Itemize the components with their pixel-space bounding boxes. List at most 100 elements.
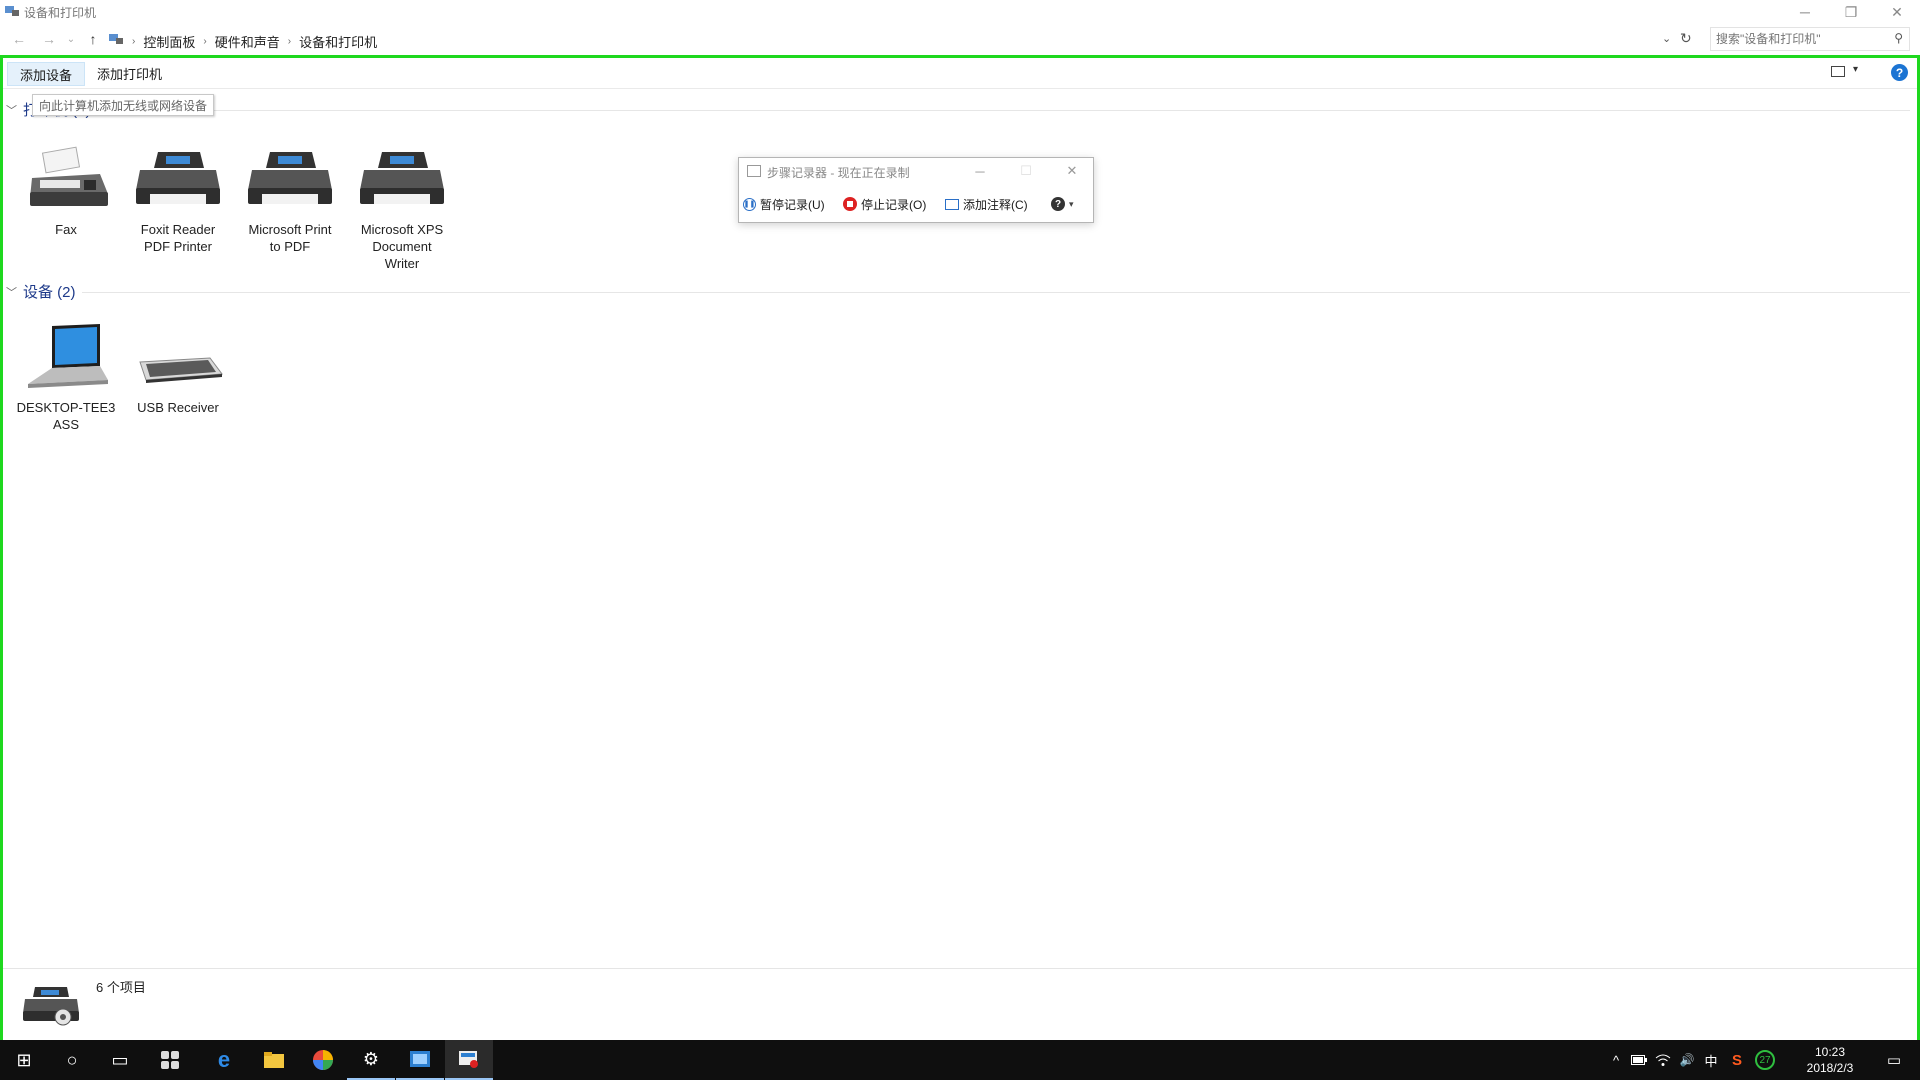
dialog-help-button[interactable]: ? ▾ <box>1051 194 1074 214</box>
pause-icon: ❚❚ <box>743 197 756 211</box>
breadcrumb-item-devices-printers[interactable]: 设备和打印机 <box>299 32 377 51</box>
device-label-line: Microsoft XPS <box>360 222 444 237</box>
device-item-desktop-computer[interactable]: DESKTOP-TEE3 ASS <box>12 322 120 433</box>
task-view-button[interactable]: ▭ <box>96 1040 144 1080</box>
stop-record-label: 停止记录(O) <box>861 197 927 212</box>
steps-recorder-app-icon <box>747 165 761 177</box>
device-label: Microsoft Print to PDF <box>236 221 344 255</box>
chevron-down-icon[interactable]: ▾ <box>1069 199 1074 210</box>
gear-icon: ⚙ <box>362 1048 380 1069</box>
chevron-down-icon[interactable]: ﹀ <box>6 284 17 300</box>
view-options-dropdown[interactable]: ▾ <box>1853 64 1858 75</box>
device-label-line: USB Receiver <box>137 400 219 415</box>
add-comment-button[interactable]: 添加注释(C) <box>945 194 1028 214</box>
device-label: DESKTOP-TEE3 ASS <box>12 399 120 433</box>
taskbar: ⊞ ○ ▭ e ⚙ ^ 🔊 中 S 27 10:23 2018/2/3 ▭ <box>0 1040 1920 1080</box>
sogou-ime-icon[interactable]: S <box>1726 1040 1748 1080</box>
input-method-indicator[interactable]: 中 <box>1700 1040 1722 1080</box>
steps-recorder-title: 步骤记录器 - 现在正在录制 <box>767 166 910 180</box>
volume-icon[interactable]: 🔊 <box>1676 1040 1698 1080</box>
up-button[interactable]: ↑ <box>82 30 104 48</box>
wifi-icon[interactable] <box>1652 1040 1674 1080</box>
device-item-microsoft-print-to-pdf[interactable]: Microsoft Print to PDF <box>236 144 344 255</box>
restore-button[interactable]: ❐ <box>1828 0 1874 24</box>
devices-printers-icon <box>23 987 79 1026</box>
pause-record-label: 暂停记录(U) <box>760 197 825 212</box>
taskbar-edge-browser[interactable]: e <box>200 1040 248 1080</box>
taskbar-file-explorer[interactable] <box>250 1040 298 1080</box>
add-printer-button[interactable]: 添加打印机 <box>85 62 174 84</box>
device-label-line: DESKTOP-TEE3 <box>16 400 116 415</box>
search-box[interactable]: ⚲ <box>1710 27 1910 51</box>
back-button[interactable]: ← <box>8 30 30 48</box>
battery-icon[interactable] <box>1628 1040 1650 1080</box>
breadcrumb-separator[interactable]: › <box>288 36 291 47</box>
breadcrumb: › 控制面板 › 硬件和声音 › 设备和打印机 <box>132 32 377 51</box>
taskbar-color-app[interactable] <box>299 1040 347 1080</box>
breadcrumb-item-hardware-sound[interactable]: 硬件和声音 <box>215 32 280 51</box>
refresh-button[interactable]: ↻ <box>1680 30 1692 47</box>
pause-record-button[interactable]: ❚❚ 暂停记录(U) <box>743 194 825 214</box>
clock-time: 10:23 <box>1814 1045 1846 1059</box>
show-hidden-icons-button[interactable]: ^ <box>1606 1040 1626 1080</box>
clock-date: 2018/2/3 <box>1806 1061 1854 1075</box>
device-label-line: Microsoft Print <box>248 222 332 237</box>
devices-group-title: 设备 (2) <box>23 284 76 301</box>
change-view-icon[interactable] <box>1831 66 1845 77</box>
dialog-close-button[interactable]: ✕ <box>1057 161 1087 181</box>
printer-icon <box>136 152 220 204</box>
add-comment-label: 添加注释(C) <box>963 197 1028 212</box>
add-device-button[interactable]: 添加设备 <box>7 62 86 86</box>
command-bar: 添加设备 添加打印机 ▾ ? <box>3 58 1917 89</box>
device-label: Fax <box>12 221 120 238</box>
close-window-button[interactable]: ✕ <box>1874 0 1920 24</box>
forward-button[interactable]: → <box>38 30 60 48</box>
chevron-down-icon[interactable]: ﹀ <box>6 102 17 118</box>
steps-recorder-dialog: 步骤记录器 - 现在正在录制 ─ ☐ ✕ ❚❚ 暂停记录(U) 停止记录(O) … <box>738 157 1094 223</box>
device-item-microsoft-xps-document-writer[interactable]: Microsoft XPS Document Writer <box>348 144 456 272</box>
device-label-line: Writer <box>384 256 420 271</box>
start-button[interactable]: ⊞ <box>0 1040 48 1080</box>
search-input[interactable] <box>1711 28 1888 50</box>
taskbar-control-panel[interactable] <box>396 1040 444 1080</box>
group-divider <box>82 292 1910 293</box>
search-icon[interactable]: ⚲ <box>1894 31 1903 45</box>
window-title: 设备和打印机 <box>24 6 97 20</box>
help-icon[interactable]: ? <box>1891 64 1908 81</box>
help-icon: ? <box>1051 197 1065 211</box>
device-label-line: ASS <box>52 417 79 432</box>
devices-group-header[interactable]: ﹀ 设备 (2) <box>6 281 76 302</box>
device-item-foxit-reader-pdf-printer[interactable]: Foxit Reader PDF Printer <box>124 144 232 255</box>
taskbar-app-store[interactable] <box>146 1040 194 1080</box>
device-item-usb-receiver[interactable]: USB Receiver <box>124 322 232 416</box>
stop-record-button[interactable]: 停止记录(O) <box>843 194 926 214</box>
breadcrumb-separator[interactable]: › <box>203 36 206 47</box>
status-bar: 6 个项目 <box>3 968 1917 1035</box>
device-label: Microsoft XPS Document Writer <box>348 221 456 272</box>
title-bar: 设备和打印机 ─ ❐ ✕ <box>0 0 1920 24</box>
control-panel-icon <box>109 34 123 44</box>
task-view-icon: ▭ <box>111 1049 129 1070</box>
breadcrumb-separator: › <box>132 36 136 47</box>
device-item-fax[interactable]: Fax <box>12 144 120 238</box>
device-label: Foxit Reader PDF Printer <box>124 221 232 255</box>
system-clock[interactable]: 10:23 2018/2/3 <box>1790 1044 1870 1076</box>
security-badge-icon[interactable]: 27 <box>1752 1040 1778 1080</box>
cortana-search-button[interactable]: ○ <box>48 1040 96 1080</box>
address-history-dropdown[interactable]: ⌄ <box>1662 32 1671 45</box>
taskbar-steps-recorder[interactable] <box>445 1040 493 1080</box>
address-bar: ← → ⌄ ↑ › 控制面板 › 硬件和声音 › 设备和打印机 ⌄ ↻ ⚲ <box>0 24 1920 54</box>
edge-icon: e <box>217 1047 231 1072</box>
action-center-button[interactable]: ▭ <box>1874 1040 1914 1080</box>
recent-locations-button[interactable]: ⌄ <box>60 30 82 48</box>
breadcrumb-item-control-panel[interactable]: 控制面板 <box>143 32 195 51</box>
device-label-line: PDF Printer <box>144 239 212 254</box>
dialog-minimize-button[interactable]: ─ <box>965 161 995 181</box>
printer-icon <box>248 152 332 204</box>
keyboard-icon <box>139 357 223 383</box>
laptop-icon <box>28 324 108 388</box>
device-label-line: Foxit Reader <box>140 222 216 237</box>
taskbar-settings[interactable]: ⚙ <box>347 1040 395 1080</box>
add-device-tooltip: 向此计算机添加无线或网络设备 <box>32 94 215 116</box>
minimize-button[interactable]: ─ <box>1782 0 1828 24</box>
